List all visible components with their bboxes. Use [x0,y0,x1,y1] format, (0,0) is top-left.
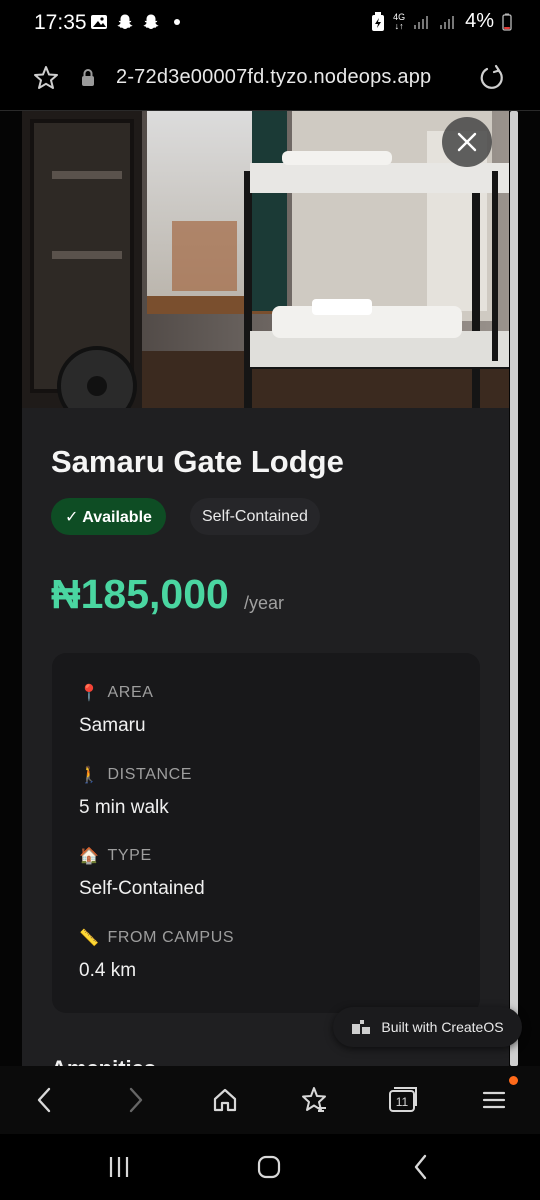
listing-modal: Samaru Gate Lodge ✓ Available Self-Conta… [22,111,509,1066]
detail-distance: 🚶 DISTANCE 5 min walk [79,765,192,819]
detail-from-campus: 📏 FROM CAMPUS 0.4 km [79,928,234,982]
system-nav-bar [0,1134,540,1200]
status-bar: 17:35 4G ↓↑ 4% [0,0,540,46]
reload-icon[interactable] [478,64,506,92]
battery-percent: 4% [465,10,494,32]
lodge-photo [22,111,509,408]
createos-logo-icon [352,1020,371,1034]
bookmark-star-icon[interactable] [32,64,60,92]
status-time: 17:35 [34,11,87,34]
system-back-button[interactable] [406,1152,436,1182]
amenities-heading: Amenities [51,1056,156,1066]
listing-title: Samaru Gate Lodge [51,444,344,479]
detail-value: 5 min walk [79,797,169,818]
detail-label: AREA [107,684,154,701]
back-button[interactable] [28,1084,60,1116]
availability-badge: ✓ Available [51,498,166,535]
walking-person-icon: 🚶 [79,767,100,784]
network-type: 4G ↓↑ [393,11,406,31]
system-home-icon [257,1155,281,1179]
browser-toolbar: 11 [0,1066,540,1134]
menu-button[interactable] [478,1084,510,1116]
details-panel: 📍 AREA Samaru 🚶 DISTANCE 5 min walk 🏠 TYPE … [52,653,480,1013]
signal-icon [440,15,455,29]
back-arrow-icon [37,1087,51,1113]
lock-icon[interactable] [80,68,96,88]
createos-label: Built with CreateOS [381,1019,504,1035]
createos-badge[interactable]: Built with CreateOS [333,1007,522,1047]
ruler-icon: 📏 [79,930,100,947]
menu-icon [482,1091,506,1109]
price-period: /year [244,593,285,613]
detail-type: 🏠 TYPE Self-Contained [79,846,205,900]
forward-arrow-icon [129,1087,143,1113]
pin-icon: 📍 [79,685,100,702]
detail-label: DISTANCE [107,766,193,783]
battery-icon [502,13,512,31]
notification-icons [90,13,180,31]
system-home-button[interactable] [254,1152,284,1182]
battery-saver-icon [372,11,385,31]
home-button[interactable] [209,1084,241,1116]
detail-value: Self-Contained [79,878,205,899]
system-back-icon [414,1154,427,1180]
menu-notification-dot [509,1076,518,1085]
detail-label: TYPE [107,847,152,864]
signal-icon [414,15,429,29]
detail-area: 📍 AREA Samaru [79,683,154,737]
home-icon [213,1088,237,1112]
bookmarks-star-icon [302,1087,326,1112]
close-button[interactable] [442,117,492,167]
detail-value: 0.4 km [79,960,137,981]
gallery-icon [91,15,107,29]
bookmarks-button[interactable] [298,1084,330,1116]
more-notifications-dot [174,19,180,25]
detail-value: Samaru [79,715,146,736]
listing-price: ₦185,000 [51,571,229,617]
snapchat-icon [143,14,159,30]
snapchat-icon [117,14,133,30]
detail-label: FROM CAMPUS [107,929,235,946]
url-text[interactable]: 2-72d3e00007fd.tyzo.nodeops.app [116,66,431,89]
status-right: 4G ↓↑ 4% [371,10,512,33]
close-icon [457,132,477,152]
tabs-icon: 11 [389,1087,417,1112]
scrollbar[interactable] [510,111,518,1066]
web-content: Samaru Gate Lodge ✓ Available Self-Conta… [0,111,540,1066]
address-bar: 2-72d3e00007fd.tyzo.nodeops.app [0,46,540,111]
tab-count: 11 [396,1095,409,1109]
type-badge: Self-Contained [190,498,320,535]
tabs-button[interactable]: 11 [387,1084,419,1116]
house-icon: 🏠 [79,848,100,865]
forward-button[interactable] [120,1084,152,1116]
recents-button[interactable] [104,1152,134,1182]
recents-icon [109,1157,129,1177]
